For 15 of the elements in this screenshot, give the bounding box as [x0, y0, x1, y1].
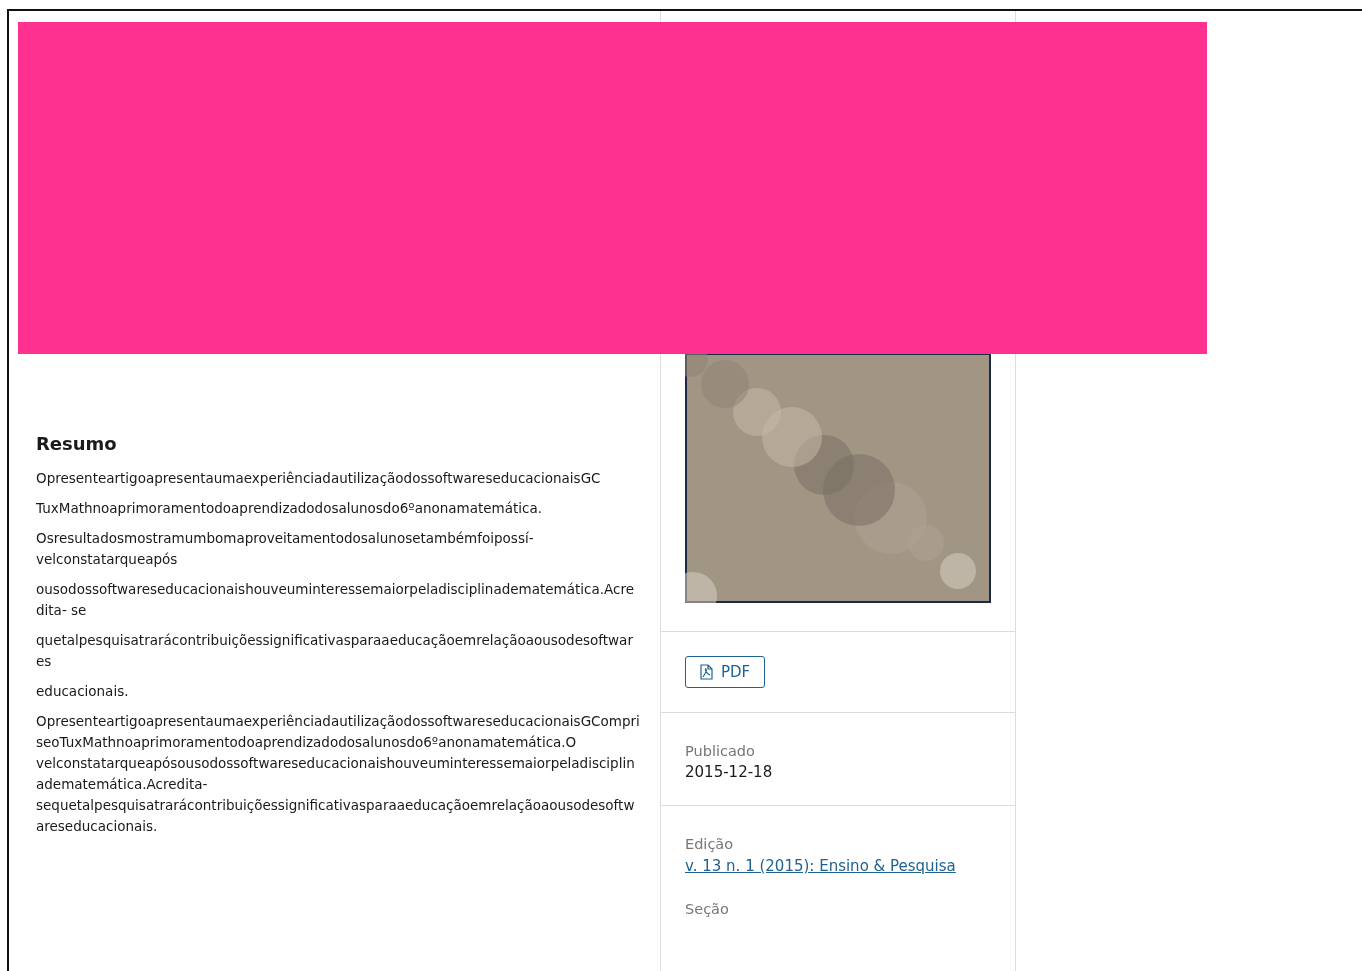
section-heading: Resumo — [36, 433, 118, 454]
abstract-paragraph: OpresenteartigoapresentaumaexperiênciadautilizaçãodossoftwareseducacionaisGCompriseoTuxMathnoaprimoramentodoaprendizadodosalunosdo6ºanonamatemática.O velconstatarqueapósousodossoftwareseducacionaishouveuminteressemaiorpeladisciplinadematemática.Acredita- sequetalpesquisatrarácontribuiçõessignificativasparaaeducaçãoemrelaçãoaousodesoftwareseducacionais. — [36, 712, 640, 836]
abstract-paragraph: TuxMathnoaprimoramentodoaprendizadodosalunosdo6ºanonamatemática. — [36, 499, 544, 518]
section-label: Seção — [685, 901, 730, 917]
abstract-paragraph: OpresenteartigoapresentaumaexperiênciadautilizaçãodossoftwareseducacionaisGC — [36, 469, 602, 488]
abstract-paragraph: educacionais. — [36, 682, 130, 701]
issue-link[interactable]: v. 13 n. 1 (2015): Ensino & Pesquisa — [685, 857, 956, 875]
pdf-button[interactable]: PDF — [685, 656, 766, 688]
published-date: 2015-12-18 — [685, 763, 774, 781]
published-label: Publicado — [685, 743, 756, 759]
abstract-paragraph: Osresultadosmostramumbomaproveitamentodosalunosetambémfoipossí- velconstatarqueapós — [36, 529, 535, 569]
abstract-paragraph: quetalpesquisatrarácontribuiçõessignificativasparaaeducaçãoemrelaçãoaousodesoftwares — [36, 631, 634, 671]
abstract-paragraph: ousodossoftwareseducacionaishouveuminteressemaiorpeladisciplinadematemática.Acredita- se — [36, 580, 635, 620]
pdf-file-icon — [700, 664, 713, 680]
issue-label: Edição — [685, 836, 735, 852]
